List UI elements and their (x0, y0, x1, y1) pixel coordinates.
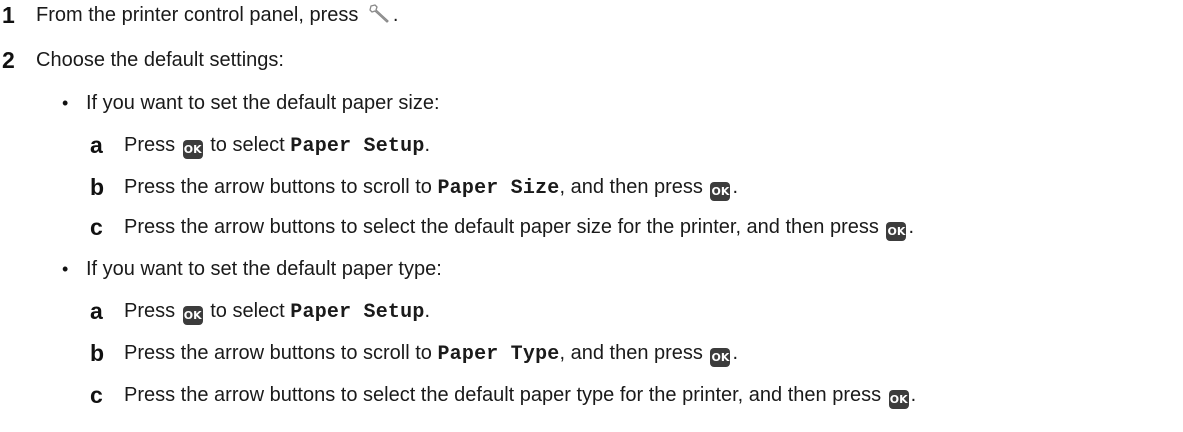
substep-letter: a (90, 132, 103, 158)
instruction-document: 1 From the printer control panel, press .… (0, 0, 1183, 432)
text: Press (124, 300, 181, 322)
menu-item-code: Paper Type (437, 343, 560, 366)
ok-button-icon: OK (182, 140, 203, 159)
text: Press the arrow buttons to scroll to (124, 342, 438, 364)
ok-button-icon: OK (710, 182, 731, 201)
step-text: Choose the default settings: (36, 49, 284, 71)
substep-letter: c (90, 214, 103, 240)
option-text: If you want to set the default paper siz… (86, 92, 440, 114)
wrench-icon (367, 2, 393, 24)
option-text: If you want to set the default paper typ… (86, 258, 442, 280)
step-number: 2 (2, 47, 15, 73)
substep-text: Press OK to select Paper Setup. (124, 296, 430, 328)
text: . (908, 216, 914, 238)
ok-button-icon: OK (710, 348, 731, 367)
bullet: • (62, 259, 69, 279)
substep-letter: b (90, 340, 105, 366)
ok-button-icon: OK (182, 306, 203, 325)
text: . (732, 176, 739, 198)
substep-text: Press the arrow buttons to select the de… (124, 212, 914, 242)
substep-letter: b (90, 174, 105, 200)
menu-item-code: Paper Setup (290, 135, 425, 158)
ok-button-icon: OK (886, 222, 907, 241)
text: Press the arrow buttons to scroll to (124, 176, 438, 198)
text: . (424, 134, 431, 156)
text: Press (124, 134, 181, 156)
text: . (732, 342, 739, 364)
text: Press the arrow buttons to select the de… (124, 384, 887, 406)
bullet: • (62, 93, 69, 113)
text: to select (204, 134, 291, 156)
text: , and then press (559, 176, 709, 198)
text: . (910, 384, 917, 406)
text: Press the arrow buttons to select the de… (124, 216, 885, 238)
step-text: From the printer control panel, press . (36, 0, 398, 30)
text: , and then press (559, 342, 709, 364)
step-1-text: From the printer control panel, press (36, 4, 364, 26)
text: . (424, 300, 431, 322)
menu-item-code: Paper Size (437, 177, 560, 200)
menu-item-code: Paper Setup (290, 301, 425, 324)
substep-text: Press the arrow buttons to scroll to Pap… (124, 172, 738, 204)
substep-text: Press the arrow buttons to scroll to Pap… (124, 338, 738, 370)
text: to select (204, 300, 291, 322)
step-1-period: . (392, 4, 399, 26)
substep-letter: a (90, 298, 103, 324)
substep-text: Press OK to select Paper Setup. (124, 130, 430, 162)
substep-text: Press the arrow buttons to select the de… (124, 380, 916, 410)
step-number: 1 (2, 2, 15, 28)
ok-button-icon: OK (888, 390, 909, 409)
substep-letter: c (90, 382, 103, 408)
